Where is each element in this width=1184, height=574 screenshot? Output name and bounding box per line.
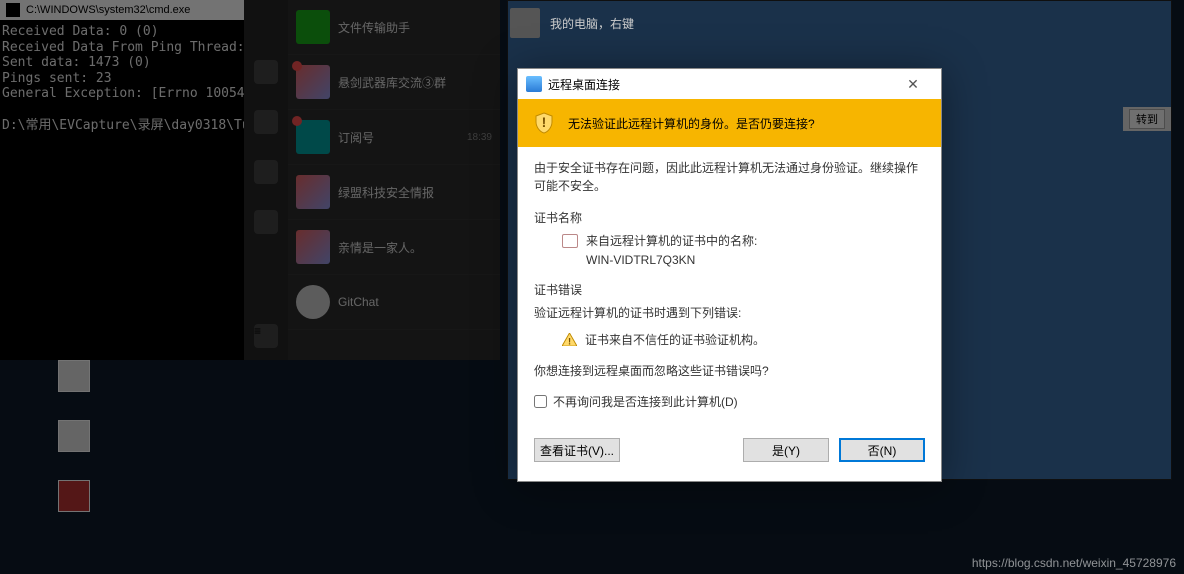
chat-item-name: 订阅号 — [338, 129, 459, 146]
chat-item-name: 文件传输助手 — [338, 19, 484, 36]
unread-badge — [292, 116, 302, 126]
chat-panel: ≡ 文件传输助手悬剑武器库交流③群订阅号 18:39 绿盟科技安全情报亲情是一家人。… — [244, 0, 500, 360]
context-avatar — [510, 8, 540, 38]
context-item: 我的电脑，右键 — [500, 0, 940, 46]
chat-sidebar: ≡ — [244, 0, 288, 360]
watermark: https://blog.csdn.net/weixin_45728976 — [972, 556, 1176, 570]
chat-item[interactable]: 亲情是一家人。 — [288, 220, 500, 275]
warning-triangle-icon: ! — [562, 333, 577, 346]
chat-item[interactable]: 文件传输助手 — [288, 0, 500, 55]
dialog-warning-text: 无法验证此远程计算机的身份。是否仍要连接? — [568, 115, 815, 132]
chat-avatar — [296, 65, 330, 99]
chat-item-name: 悬剑武器库交流③群 — [338, 74, 484, 91]
dialog-paragraph: 由于安全证书存在问题，因此此远程计算机无法通过身份验证。继续操作可能不安全。 — [534, 159, 925, 195]
cert-error-label: 证书错误 — [534, 281, 925, 298]
dialog-button-row: 查看证书(V)... 是(Y) 否(N) — [518, 438, 941, 476]
dialog-body: 由于安全证书存在问题，因此此远程计算机无法通过身份验证。继续操作可能不安全。 证… — [518, 147, 941, 438]
chat-avatar — [296, 230, 330, 264]
chat-avatar — [296, 120, 330, 154]
chat-item[interactable]: 订阅号 18:39 — [288, 110, 500, 165]
no-button[interactable]: 否(N) — [839, 438, 925, 462]
chat-nav-icon[interactable] — [254, 110, 278, 134]
unread-badge — [292, 61, 302, 71]
chat-item[interactable]: 绿盟科技安全情报 — [288, 165, 500, 220]
chat-item[interactable]: GitChat — [288, 275, 500, 330]
dialog-question: 你想连接到远程桌面而忽略这些证书错误吗? — [534, 362, 925, 379]
cert-name-label: 证书名称 — [534, 209, 925, 226]
certificate-icon — [562, 234, 578, 248]
desktop-icon[interactable] — [55, 360, 93, 392]
remote-go-button[interactable]: 转到 — [1129, 109, 1165, 129]
dont-ask-label: 不再询问我是否连接到此计算机(D) — [553, 393, 738, 410]
chat-item-name: GitChat — [338, 295, 484, 309]
view-certificate-button[interactable]: 查看证书(V)... — [534, 438, 620, 462]
dont-ask-checkbox-row[interactable]: 不再询问我是否连接到此计算机(D) — [534, 393, 925, 410]
context-label: 我的电脑，右键 — [550, 15, 634, 32]
chat-item-name: 亲情是一家人。 — [338, 239, 484, 256]
yes-button[interactable]: 是(Y) — [743, 438, 829, 462]
dialog-warning-bar: ! 无法验证此远程计算机的身份。是否仍要连接? — [518, 99, 941, 147]
chat-item-name: 绿盟科技安全情报 — [338, 184, 484, 201]
cert-name-sub: 来自远程计算机的证书中的名称: — [586, 232, 757, 249]
cert-error-item: 证书来自不信任的证书验证机构。 — [585, 331, 765, 348]
chat-item[interactable]: 悬剑武器库交流③群 — [288, 55, 500, 110]
rdp-icon — [526, 76, 542, 92]
dialog-title-text: 远程桌面连接 — [548, 76, 620, 93]
cert-error-sub: 验证远程计算机的证书时遇到下列错误: — [534, 304, 925, 321]
close-icon[interactable]: ✕ — [893, 72, 933, 96]
desktop-icon[interactable] — [55, 420, 93, 452]
cert-name-value: WIN-VIDTRL7Q3KN — [586, 253, 925, 267]
svg-text:!: ! — [542, 114, 547, 130]
svg-text:!: ! — [568, 336, 571, 346]
desktop-icon[interactable] — [55, 480, 93, 512]
cmd-title-text: C:\WINDOWS\system32\cmd.exe — [26, 0, 190, 20]
dont-ask-checkbox[interactable] — [534, 395, 547, 408]
chat-nav-icon[interactable] — [254, 160, 278, 184]
remote-toolbar: 转到 — [1123, 107, 1171, 131]
chat-avatar — [296, 175, 330, 209]
cmd-icon — [6, 3, 20, 17]
chat-avatar — [296, 10, 330, 44]
rdp-certificate-dialog: 远程桌面连接 ✕ ! 无法验证此远程计算机的身份。是否仍要连接? 由于安全证书存… — [517, 68, 942, 482]
dialog-titlebar[interactable]: 远程桌面连接 ✕ — [518, 69, 941, 99]
shield-warning-icon: ! — [532, 111, 556, 135]
chat-list: 文件传输助手悬剑武器库交流③群订阅号 18:39 绿盟科技安全情报亲情是一家人。 Gi… — [288, 0, 500, 360]
chat-nav-icon[interactable] — [254, 60, 278, 84]
chat-menu-icon[interactable]: ≡ — [254, 324, 278, 348]
chat-avatar — [296, 285, 330, 319]
chat-item-time: 18:39 — [467, 132, 492, 143]
chat-nav-icon[interactable] — [254, 210, 278, 234]
